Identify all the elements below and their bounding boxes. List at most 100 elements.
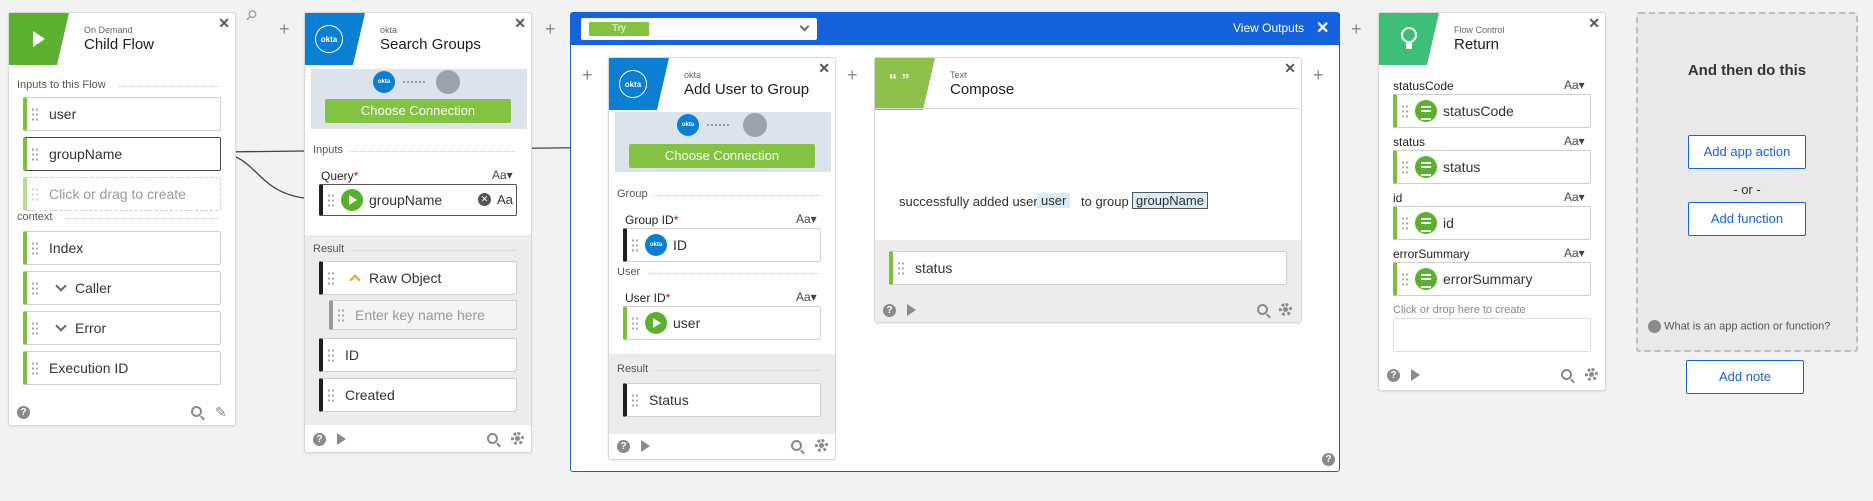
add-function-button[interactable]: Add function: [1688, 202, 1806, 236]
compose-text-area[interactable]: successfully added user user to group gr…: [875, 109, 1301, 239]
test-play-icon[interactable]: [907, 304, 916, 316]
add-step-plus-icon[interactable]: +: [545, 20, 556, 38]
output-field-status[interactable]: status: [889, 251, 1287, 285]
query-input-field[interactable]: groupName ✕ Aa: [319, 184, 517, 216]
context-field-caller[interactable]: Caller: [23, 271, 221, 305]
add-step-plus-icon[interactable]: +: [582, 66, 593, 84]
return-field-statuscode[interactable]: statusCode: [1393, 94, 1591, 128]
help-icon[interactable]: ?: [1387, 369, 1400, 382]
drag-handle-icon[interactable]: [31, 361, 39, 375]
type-toggle[interactable]: Aa▾: [796, 212, 817, 226]
pencil-icon[interactable]: ✎: [215, 404, 227, 421]
help-link[interactable]: What is an app action or function?: [1648, 320, 1830, 333]
help-icon[interactable]: ?: [883, 304, 896, 317]
choose-connection-button[interactable]: Choose Connection: [325, 99, 511, 123]
help-icon[interactable]: ?: [313, 433, 326, 446]
app-label: okta: [380, 25, 398, 35]
drag-handle-icon[interactable]: [327, 193, 335, 207]
add-step-plus-icon[interactable]: +: [279, 20, 290, 38]
drag-handle-icon[interactable]: [327, 348, 335, 362]
okta-logo-icon: okta: [619, 70, 647, 98]
close-icon[interactable]: ✕: [514, 16, 526, 30]
context-field-execution-id[interactable]: Execution ID: [23, 351, 221, 385]
type-toggle[interactable]: Aa▾: [1564, 78, 1585, 92]
drop-zone[interactable]: [1393, 318, 1591, 352]
gear-icon[interactable]: [1279, 303, 1292, 316]
search-icon[interactable]: [791, 440, 802, 451]
drag-handle-icon[interactable]: [897, 261, 905, 275]
input-field-groupname[interactable]: groupName: [23, 137, 221, 171]
user-id-field[interactable]: user: [623, 306, 821, 340]
gear-icon[interactable]: [1585, 368, 1598, 381]
drag-handle-icon[interactable]: [1401, 216, 1409, 230]
drag-handle-icon[interactable]: [327, 388, 335, 402]
token-label: status: [1443, 159, 1481, 175]
drag-handle-icon[interactable]: [631, 238, 639, 252]
context-field-index[interactable]: Index: [23, 231, 221, 265]
search-icon[interactable]: [1257, 304, 1268, 315]
create-input-field[interactable]: Click or drag to create: [23, 177, 221, 211]
drag-handle-icon[interactable]: [631, 316, 639, 330]
close-icon[interactable]: ✕: [1316, 18, 1329, 38]
drag-handle-icon[interactable]: [1401, 160, 1409, 174]
type-toggle[interactable]: Aa▾: [1564, 190, 1585, 204]
help-icon[interactable]: ?: [17, 406, 30, 419]
search-icon[interactable]: [1561, 369, 1572, 380]
group-id-field[interactable]: okta ID: [623, 228, 821, 262]
test-play-icon[interactable]: [337, 433, 346, 445]
close-icon[interactable]: ✕: [218, 16, 230, 30]
type-label[interactable]: Aa: [497, 192, 513, 207]
help-icon[interactable]: ?: [1322, 453, 1335, 466]
token-user[interactable]: user: [1037, 193, 1071, 208]
drag-handle-icon[interactable]: [31, 281, 39, 295]
return-field-status[interactable]: status: [1393, 150, 1591, 184]
add-note-button[interactable]: Add note: [1686, 360, 1804, 394]
add-step-plus-icon[interactable]: +: [1351, 20, 1362, 38]
drag-handle-icon[interactable]: [31, 321, 39, 335]
drag-handle-icon[interactable]: [337, 308, 345, 322]
add-step-plus-icon[interactable]: +: [847, 66, 858, 84]
drag-handle-icon[interactable]: [1401, 272, 1409, 286]
type-toggle[interactable]: Aa▾: [796, 290, 817, 304]
gear-icon[interactable]: [511, 432, 524, 445]
add-step-plus-icon[interactable]: +: [1313, 66, 1324, 84]
search-icon[interactable]: [191, 406, 202, 417]
view-outputs-link[interactable]: View Outputs: [1233, 21, 1304, 35]
gear-icon[interactable]: [815, 439, 828, 452]
return-field-id[interactable]: id: [1393, 206, 1591, 240]
help-icon[interactable]: ?: [617, 440, 630, 453]
drag-handle-icon[interactable]: [31, 147, 39, 161]
chevron-down-icon[interactable]: [799, 21, 810, 32]
close-icon[interactable]: ✕: [1588, 16, 1600, 30]
close-icon[interactable]: ✕: [1284, 61, 1296, 75]
drag-handle-icon[interactable]: [327, 271, 335, 285]
result-field-raw-object[interactable]: Raw Object: [319, 261, 517, 295]
clear-icon[interactable]: ✕: [478, 193, 491, 206]
chevron-down-icon[interactable]: [55, 320, 67, 332]
token-groupname[interactable]: groupName: [1132, 192, 1208, 209]
type-toggle[interactable]: Aa▾: [1564, 134, 1585, 148]
search-icon[interactable]: [487, 433, 498, 444]
test-play-icon[interactable]: [1411, 369, 1420, 381]
drag-handle-icon[interactable]: [1401, 104, 1409, 118]
chevron-up-icon[interactable]: [349, 274, 361, 286]
result-field-created[interactable]: Created: [319, 378, 517, 412]
help-icon: [1648, 320, 1661, 333]
return-field-errorsummary[interactable]: errorSummary: [1393, 262, 1591, 296]
try-select[interactable]: Try: [581, 18, 817, 40]
drag-handle-icon[interactable]: [31, 241, 39, 255]
type-toggle[interactable]: Aa▾: [492, 168, 513, 182]
add-app-action-button[interactable]: Add app action: [1688, 135, 1806, 169]
close-icon[interactable]: ✕: [818, 61, 830, 75]
key-name-input[interactable]: Enter key name here: [329, 300, 517, 330]
chevron-down-icon[interactable]: [55, 280, 67, 292]
test-play-icon[interactable]: [641, 440, 650, 452]
input-field-user[interactable]: user: [23, 97, 221, 131]
result-field-status[interactable]: Status: [623, 383, 821, 417]
type-toggle[interactable]: Aa▾: [1564, 246, 1585, 260]
context-field-error[interactable]: Error: [23, 311, 221, 345]
result-field-id[interactable]: ID: [319, 338, 517, 372]
choose-connection-button[interactable]: Choose Connection: [629, 144, 815, 168]
drag-handle-icon[interactable]: [631, 393, 639, 407]
drag-handle-icon[interactable]: [31, 107, 39, 121]
